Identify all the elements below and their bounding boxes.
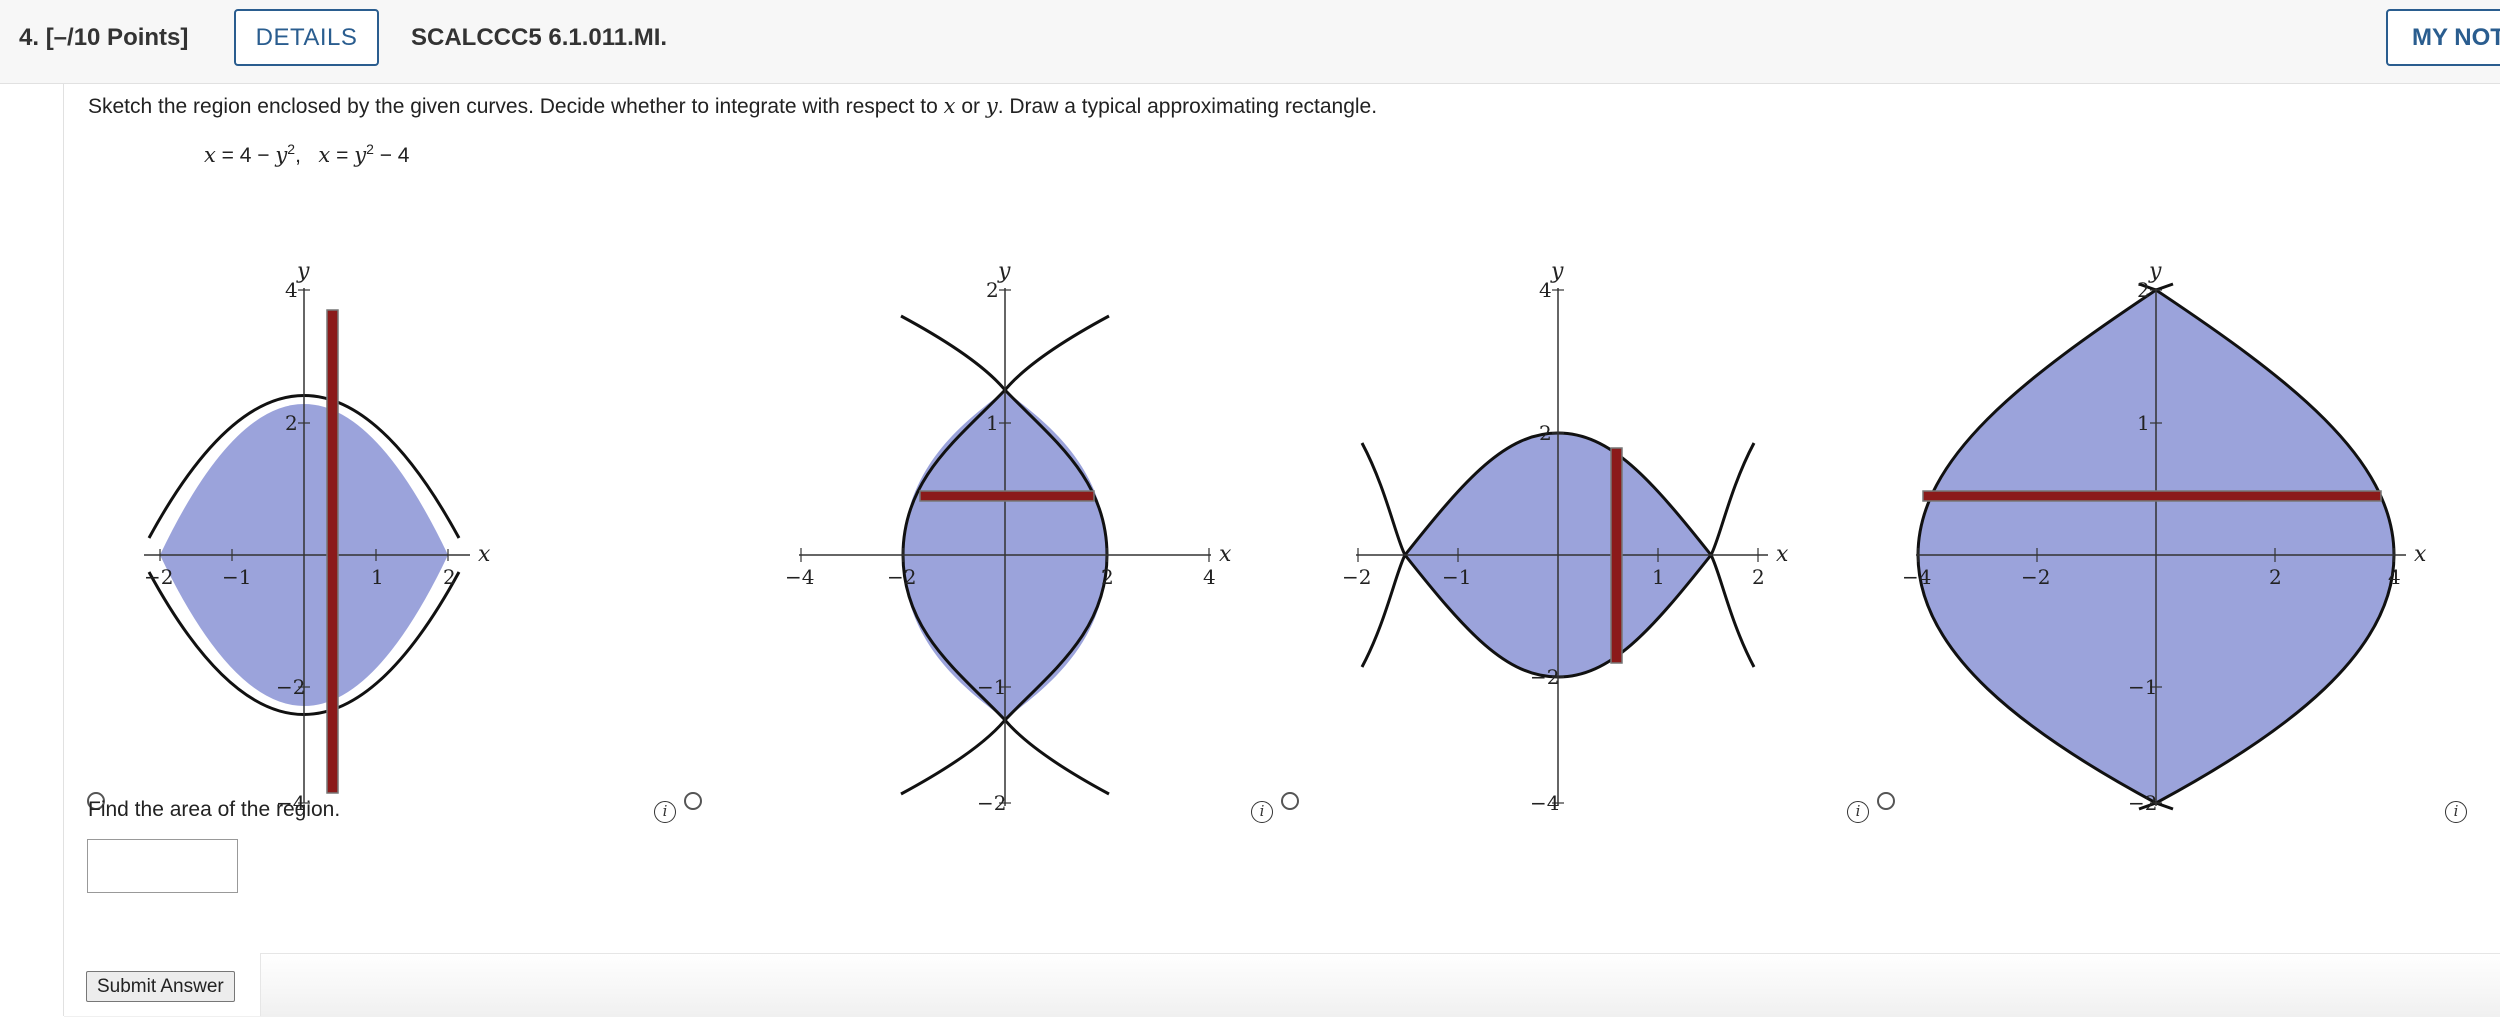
graph-option-2: x y −4 −2 2 4 2 1 −1 −2 xyxy=(785,259,1232,815)
question-header: 4. [–/10 Points] DETAILS SCALCCC5 6.1.01… xyxy=(0,0,2500,84)
y-tick-label: 4 xyxy=(1539,278,1552,302)
area-prompt: Find the area of the region. xyxy=(88,798,341,821)
x-tick-label: 2 xyxy=(1101,565,1114,589)
x-tick-label: 1 xyxy=(1652,565,1665,589)
y-axis-label: y xyxy=(296,259,310,284)
option-4-radio[interactable] xyxy=(1877,792,1895,810)
my-notes-button[interactable]: MY NOTES xyxy=(2386,9,2500,66)
details-button[interactable]: DETAILS xyxy=(234,9,379,66)
info-icon[interactable]: i xyxy=(1847,801,1869,823)
x-tick-label: −2 xyxy=(144,565,173,589)
y-tick-label: 1 xyxy=(2137,411,2150,435)
question-content: Sketch the region enclosed by the given … xyxy=(63,83,2500,1017)
question-number: 4. [–/10 Points] xyxy=(19,24,189,51)
y-tick-label: −2 xyxy=(2128,791,2157,815)
approximating-rectangle xyxy=(919,490,1095,502)
x-tick-label: 2 xyxy=(1752,565,1765,589)
x-tick-label: −1 xyxy=(222,565,251,589)
submit-bar xyxy=(64,953,2500,1017)
x-axis-label: x xyxy=(1219,542,1232,567)
y-tick-label: 4 xyxy=(285,278,298,302)
graph-option-4: x y −4 −2 2 4 2 1 −1 −2 xyxy=(1902,259,2427,815)
x-tick-label: −2 xyxy=(2021,565,2050,589)
x-tick-label: 4 xyxy=(2388,565,2401,589)
points-label: [–/10 Points] xyxy=(45,24,189,51)
info-icon[interactable]: i xyxy=(1251,801,1273,823)
equation: x = 4 − y2, x = y2 − 4 xyxy=(204,141,410,167)
x-tick-label: −4 xyxy=(1902,565,1931,589)
info-icon[interactable]: i xyxy=(2445,801,2467,823)
option-3-radio[interactable] xyxy=(1281,792,1299,810)
y-tick-label: 2 xyxy=(1539,421,1552,445)
area-answer-input[interactable] xyxy=(87,839,238,893)
x-tick-label: −2 xyxy=(887,565,916,589)
x-tick-label: −2 xyxy=(1342,565,1371,589)
y-axis-label: y xyxy=(997,259,1011,284)
approximating-rectangle xyxy=(326,309,339,794)
y-axis-label: y xyxy=(2148,259,2162,284)
x-tick-label: −1 xyxy=(1442,565,1471,589)
x-axis-label: x xyxy=(478,542,491,567)
x-tick-label: 1 xyxy=(371,565,384,589)
question-prompt: Sketch the region enclosed by the given … xyxy=(88,94,1378,118)
graph-option-1: x y −2 −1 1 2 4 2 −2 −4 xyxy=(144,259,491,815)
x-axis-label: x xyxy=(2414,542,2427,567)
problem-code: SCALCCC5 6.1.011.MI. xyxy=(411,24,668,51)
y-tick-label: 2 xyxy=(986,278,999,302)
x-tick-label: 2 xyxy=(2269,565,2282,589)
x-tick-label: 4 xyxy=(1203,565,1216,589)
y-tick-label: −1 xyxy=(2128,675,2157,699)
x-tick-label: 2 xyxy=(443,565,456,589)
y-tick-label: −4 xyxy=(1530,791,1559,815)
y-tick-label: 2 xyxy=(2137,278,2150,302)
info-icon[interactable]: i xyxy=(654,801,676,823)
approximating-rectangle xyxy=(1922,490,2382,502)
y-tick-label: 2 xyxy=(285,411,298,435)
x-tick-label: −4 xyxy=(785,565,814,589)
y-tick-label: 1 xyxy=(986,411,999,435)
y-tick-label: −2 xyxy=(276,675,305,699)
option-2-radio[interactable] xyxy=(684,792,702,810)
approximating-rectangle xyxy=(1610,447,1623,664)
graph-option-3: x y −2 −1 1 2 4 2 −2 −4 xyxy=(1342,259,1789,815)
submit-answer-button[interactable]: Submit Answer xyxy=(86,971,235,1002)
x-axis-label: x xyxy=(1776,542,1789,567)
y-tick-label: −2 xyxy=(977,791,1006,815)
y-axis-label: y xyxy=(1550,259,1564,284)
y-tick-label: −2 xyxy=(1530,665,1559,689)
y-tick-label: −1 xyxy=(977,675,1006,699)
